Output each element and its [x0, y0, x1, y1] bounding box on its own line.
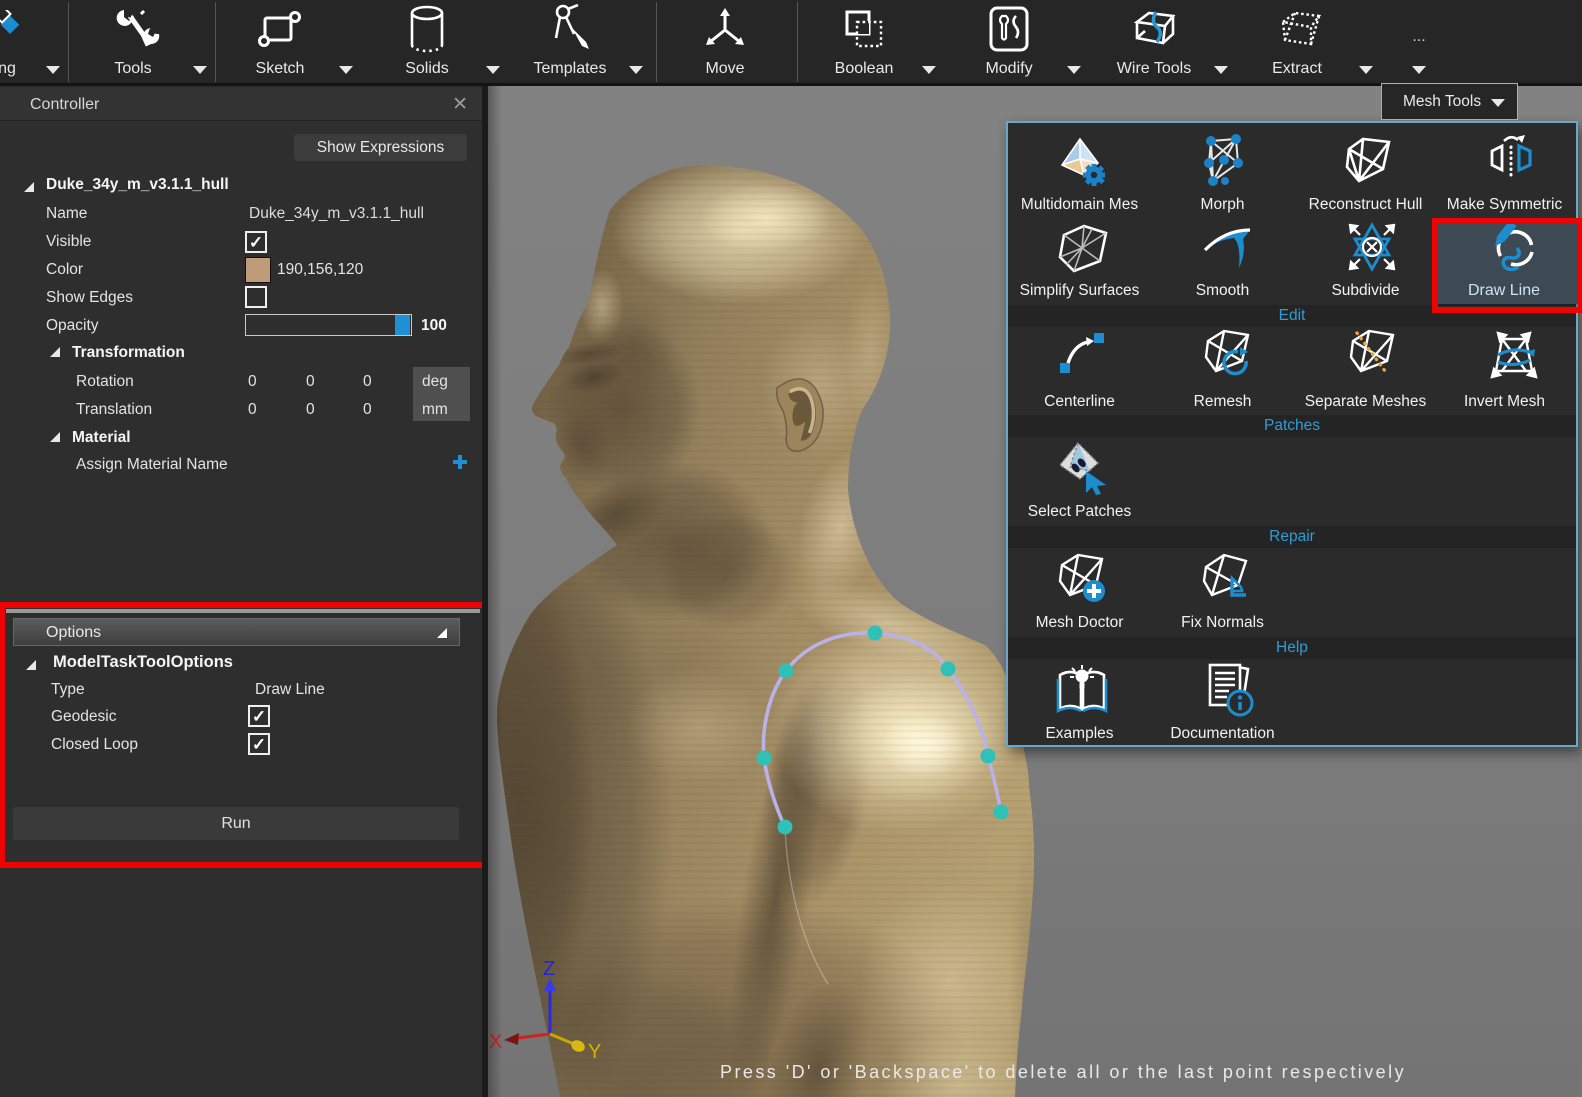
svg-text:Y: Y [588, 1041, 601, 1063]
svg-text:Z: Z [543, 958, 555, 980]
